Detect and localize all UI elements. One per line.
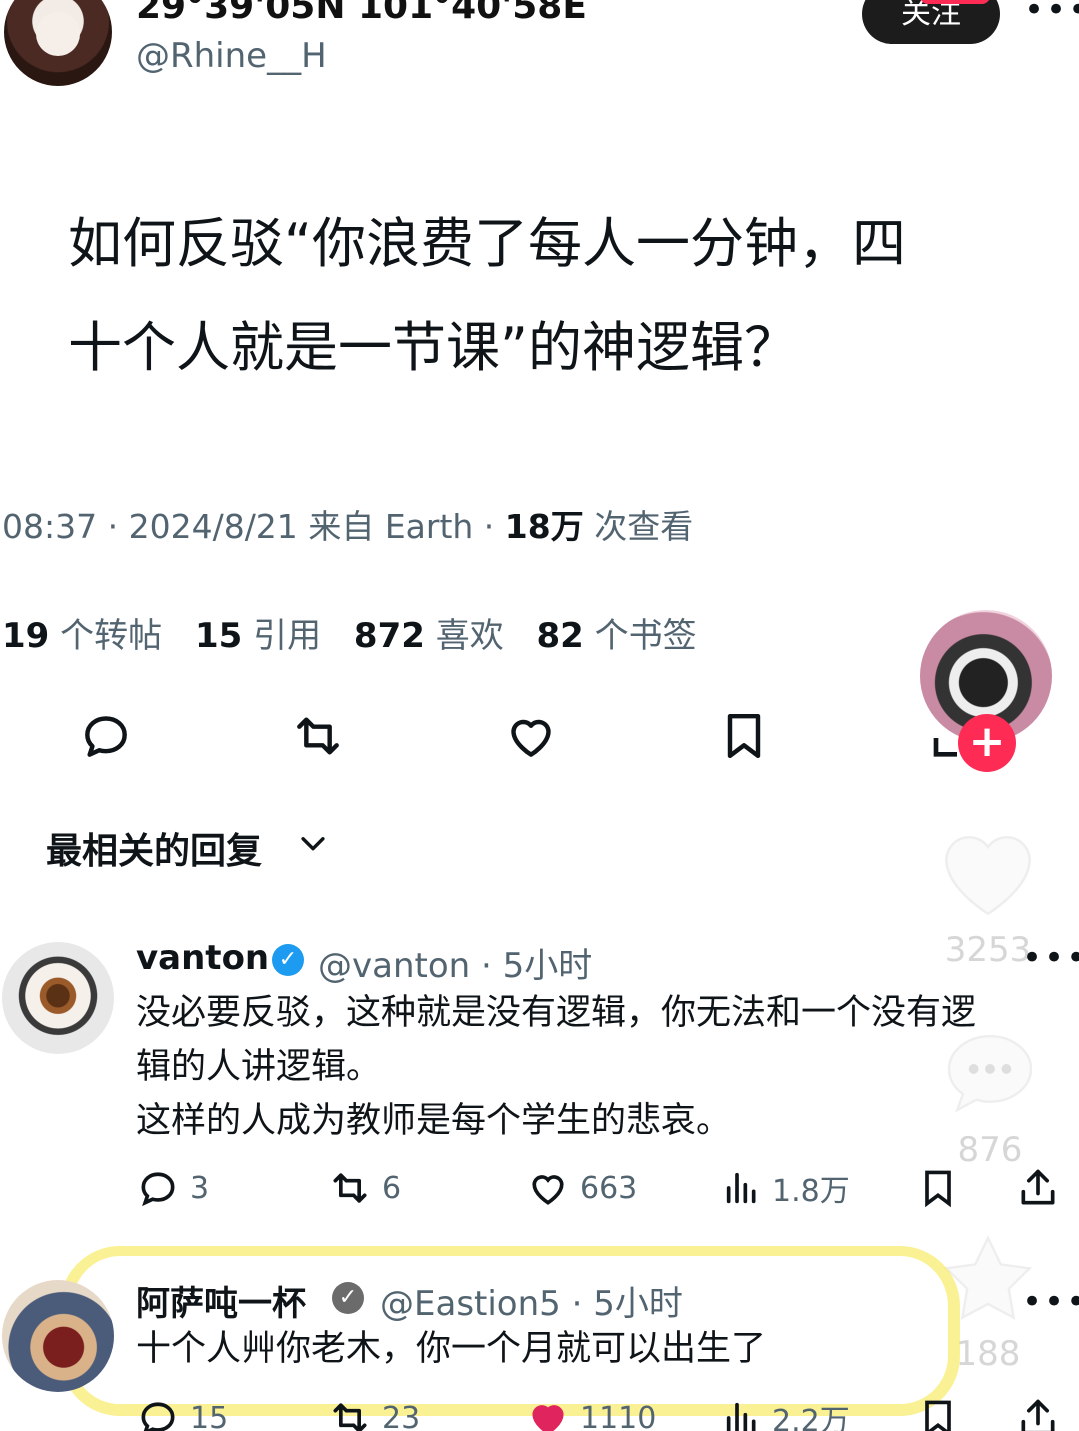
reply-author-name[interactable]: 阿萨吨一杯 xyxy=(136,1276,306,1325)
reply-action-bar: 15 23 1110 2.2万 xyxy=(136,1396,1066,1431)
author-display-name[interactable]: 29°39'05N 101°40'58E xyxy=(136,0,587,27)
stat-reposts[interactable]: 19 个转帖 xyxy=(2,616,162,656)
analytics-icon xyxy=(726,1172,756,1204)
retweet-icon xyxy=(333,1173,367,1203)
replies-sort-label[interactable]: 最相关的回复 xyxy=(46,822,262,874)
stat-quotes[interactable]: 15 引用 xyxy=(195,616,321,656)
reply-author-name[interactable]: vanton xyxy=(136,938,269,978)
reply-bookmark-button[interactable] xyxy=(916,1396,960,1431)
reply-icon xyxy=(141,1172,175,1207)
reply-text: 十个人艸你老木，你一个月就可以出生了 xyxy=(136,1329,767,1369)
reply-like-button[interactable]: 663 xyxy=(526,1166,637,1210)
like-icon[interactable] xyxy=(503,708,559,764)
chevron-down-icon[interactable] xyxy=(296,826,330,860)
tweet-time: 08:37 xyxy=(2,507,98,546)
avatar-face xyxy=(36,12,80,56)
reply-retweet-button[interactable]: 23 xyxy=(328,1396,420,1431)
side-heart-icon[interactable] xyxy=(938,826,1038,918)
tweet-stats: 19 个转帖 15 引用 872 喜欢 82 个书签 xyxy=(2,608,697,657)
share-icon xyxy=(1021,1169,1055,1205)
reply-avatar[interactable] xyxy=(2,1280,114,1392)
stat-likes[interactable]: 872 喜欢 xyxy=(354,616,504,656)
retweet-icon[interactable] xyxy=(290,708,346,764)
reply-handle-time: @vanton · 5小时 xyxy=(318,946,593,986)
reply-views[interactable]: 2.2万 xyxy=(722,1396,850,1431)
like-icon xyxy=(532,1175,564,1205)
reply-retweet-button[interactable]: 6 xyxy=(328,1166,401,1210)
tweet-text-line-1: 如何反驳“你浪费了每人一分钟，四 xyxy=(68,212,906,275)
reply-share-button[interactable] xyxy=(1016,1396,1060,1431)
tweet-date: 2024/8/21 xyxy=(128,507,298,546)
reply-icon[interactable] xyxy=(78,708,134,764)
reply-icon xyxy=(141,1402,175,1431)
tweet-source: Earth xyxy=(384,507,474,546)
author-handle[interactable]: @Rhine__H xyxy=(136,36,327,76)
more-icon[interactable]: ••• xyxy=(1022,938,1079,978)
bookmark-icon xyxy=(925,1170,951,1208)
author-avatar[interactable] xyxy=(4,0,112,86)
reply-share-button[interactable] xyxy=(1016,1166,1060,1210)
verified-badge-icon: ✓ xyxy=(272,944,304,976)
like-icon xyxy=(532,1405,564,1431)
stat-bookmarks[interactable]: 82 个书签 xyxy=(537,616,697,656)
bookmark-icon[interactable] xyxy=(716,708,772,764)
tweet-views: 18万 xyxy=(504,507,584,546)
more-icon[interactable]: ••• xyxy=(1024,0,1079,30)
reply-action-bar: 3 6 663 1.8万 xyxy=(136,1166,1066,1210)
reply-views[interactable]: 1.8万 xyxy=(722,1166,850,1210)
analytics-icon xyxy=(726,1402,756,1431)
tweet-text-line-2: 十个人就是一节课”的神逻辑？ xyxy=(68,316,798,379)
verified-badge-icon: ✓ xyxy=(332,1282,364,1314)
reply-bookmark-button[interactable] xyxy=(916,1166,960,1210)
follow-button[interactable]: 关注 xyxy=(862,0,1000,44)
tweet-text: 如何反驳“你浪费了每人一分钟，四 十个人就是一节课”的神逻辑？ xyxy=(68,192,1018,400)
tweet-meta: 08:37 · 2024/8/21 来自 Earth · 18万 次查看 xyxy=(2,507,694,546)
bookmark-icon xyxy=(925,1400,951,1431)
reply-like-button[interactable]: 1110 xyxy=(526,1396,656,1431)
retweet-icon xyxy=(333,1403,367,1431)
share-icon xyxy=(1021,1399,1055,1431)
follow-accent xyxy=(920,0,990,4)
reply-handle-time: @Eastion5 · 5小时 xyxy=(380,1284,683,1324)
reply-text: 没必要反驳，这种就是没有逻辑，你无法和一个没有逻 辑的人讲逻辑。 这样的人成为教… xyxy=(136,993,977,1141)
follow-plus-button[interactable]: + xyxy=(958,714,1016,772)
more-icon[interactable]: ••• xyxy=(1022,1282,1079,1322)
reply-avatar[interactable] xyxy=(2,942,114,1054)
reply-reply-button[interactable]: 3 xyxy=(136,1166,209,1210)
reply-reply-button[interactable]: 15 xyxy=(136,1396,228,1431)
